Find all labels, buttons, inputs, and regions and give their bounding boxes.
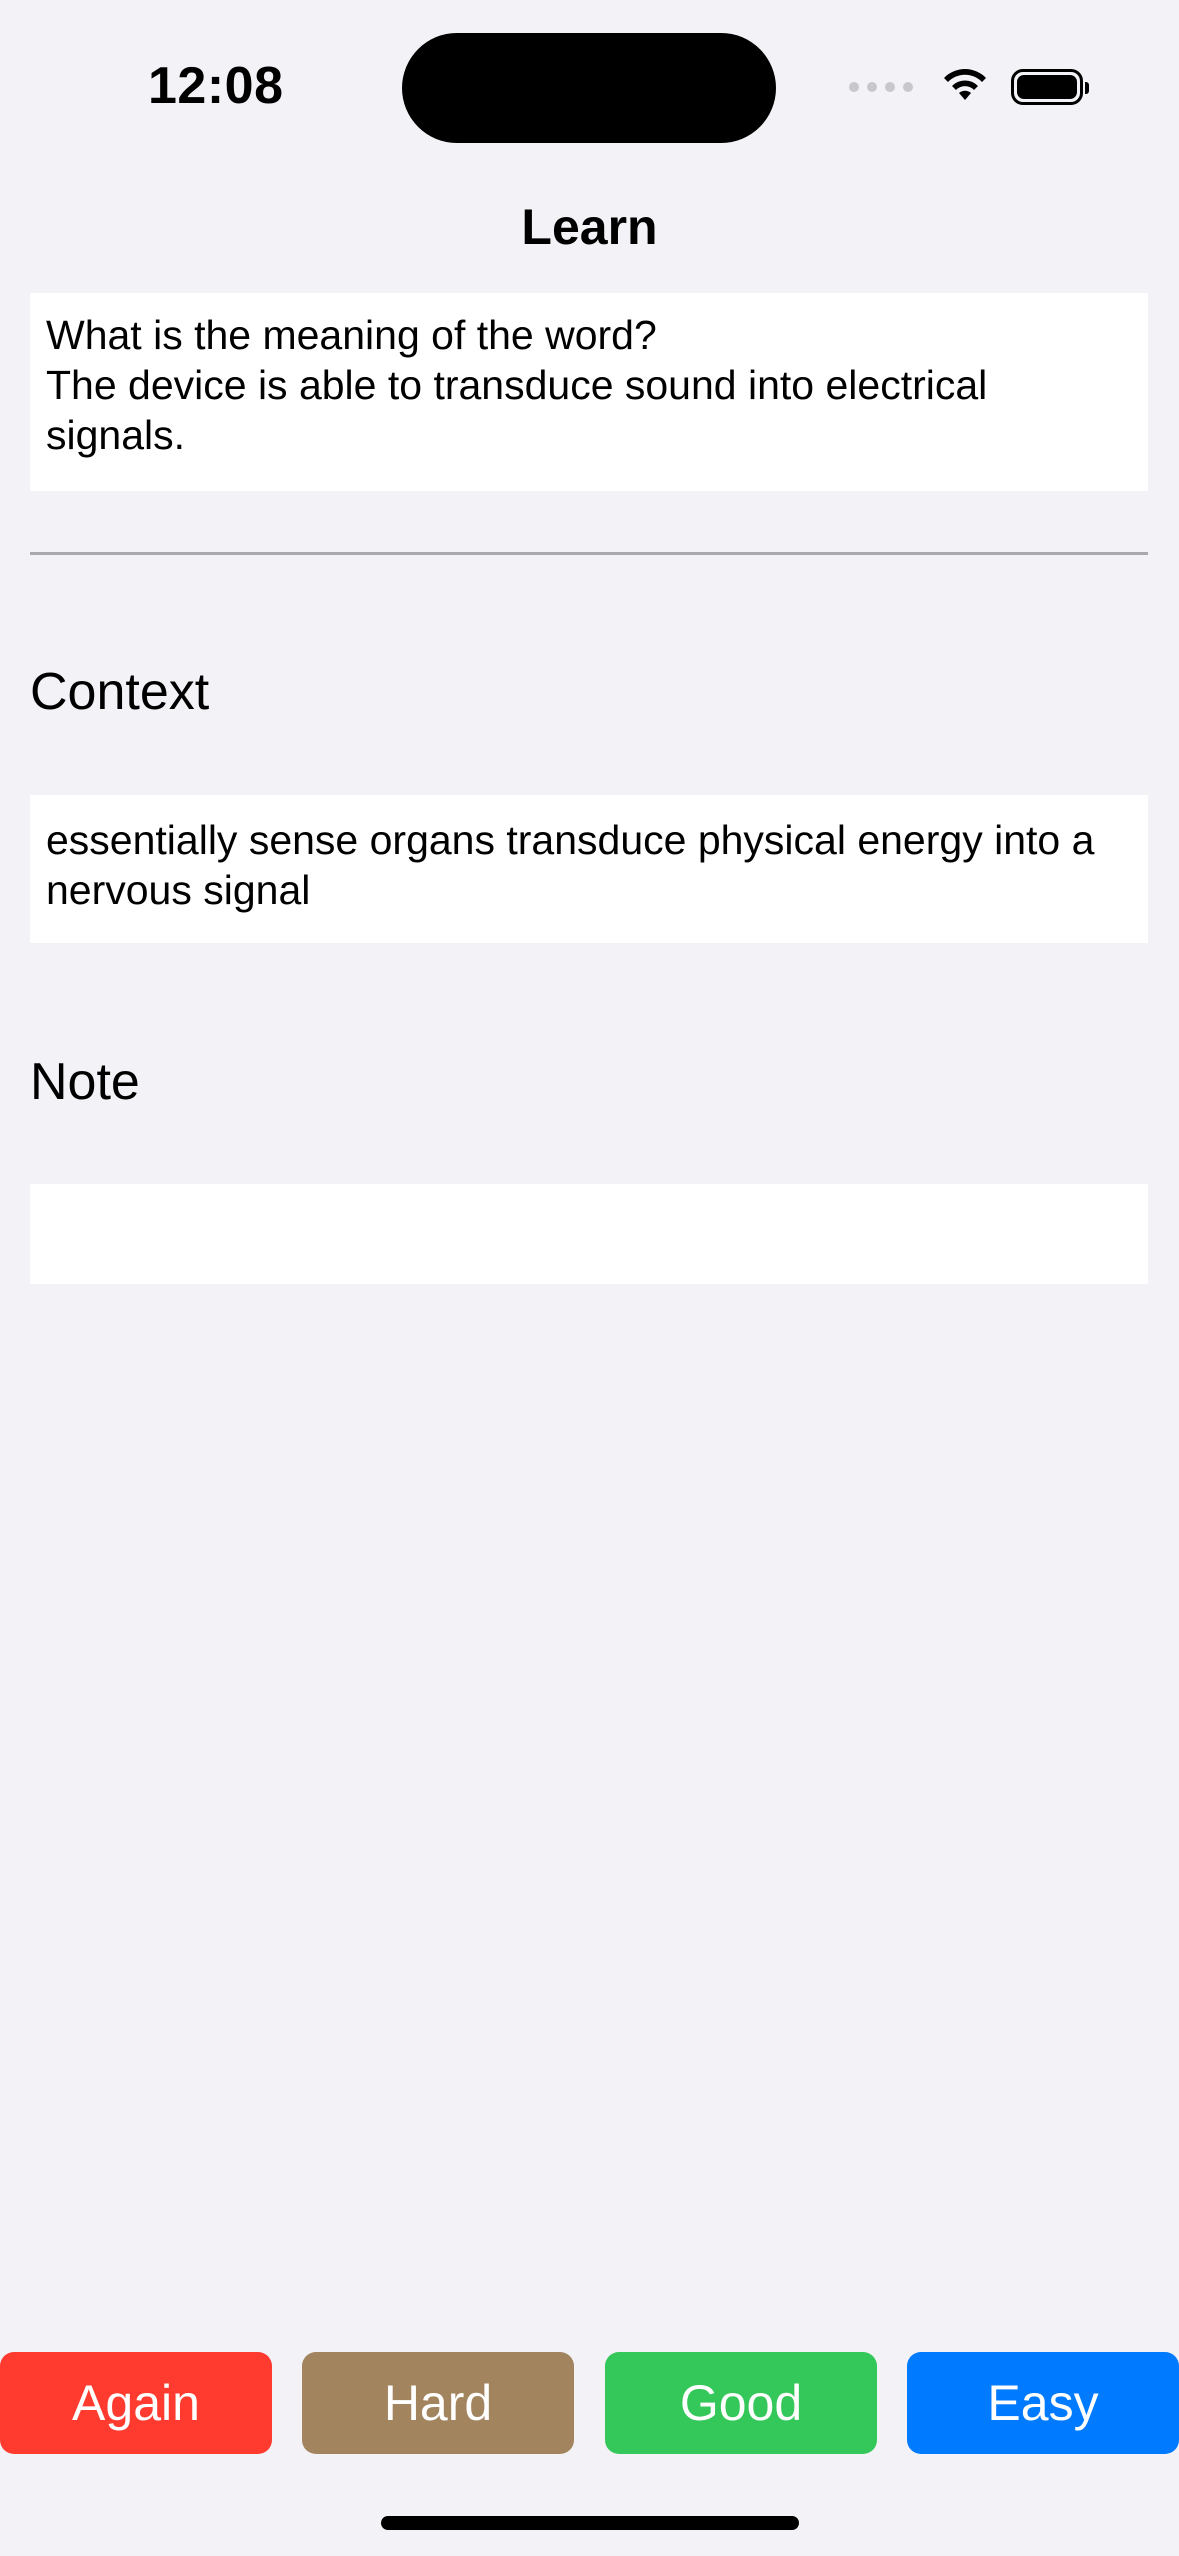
home-indicator[interactable]: [381, 2516, 799, 2530]
wifi-icon: [939, 64, 991, 109]
again-button[interactable]: Again: [0, 2352, 272, 2454]
note-field[interactable]: [30, 1184, 1148, 1284]
page-title: Learn: [521, 199, 658, 255]
note-label: Note: [30, 1053, 140, 1111]
question-sentence: The device is able to transduce sound in…: [46, 362, 988, 458]
question-prompt: What is the meaning of the word?: [46, 312, 657, 358]
good-button[interactable]: Good: [605, 2352, 877, 2454]
battery-icon: [1011, 68, 1089, 105]
status-time: 12:08: [148, 57, 284, 115]
dynamic-island: [402, 33, 776, 143]
hard-button[interactable]: Hard: [302, 2352, 574, 2454]
easy-button[interactable]: Easy: [907, 2352, 1179, 2454]
cellular-signal-icon: [849, 81, 913, 92]
context-label: Context: [30, 663, 210, 721]
divider: [30, 552, 1148, 555]
status-icons: [849, 64, 1089, 109]
context-text: essentially sense organs transduce physi…: [30, 795, 1148, 943]
question-box: What is the meaning of the word? The dev…: [30, 293, 1148, 491]
